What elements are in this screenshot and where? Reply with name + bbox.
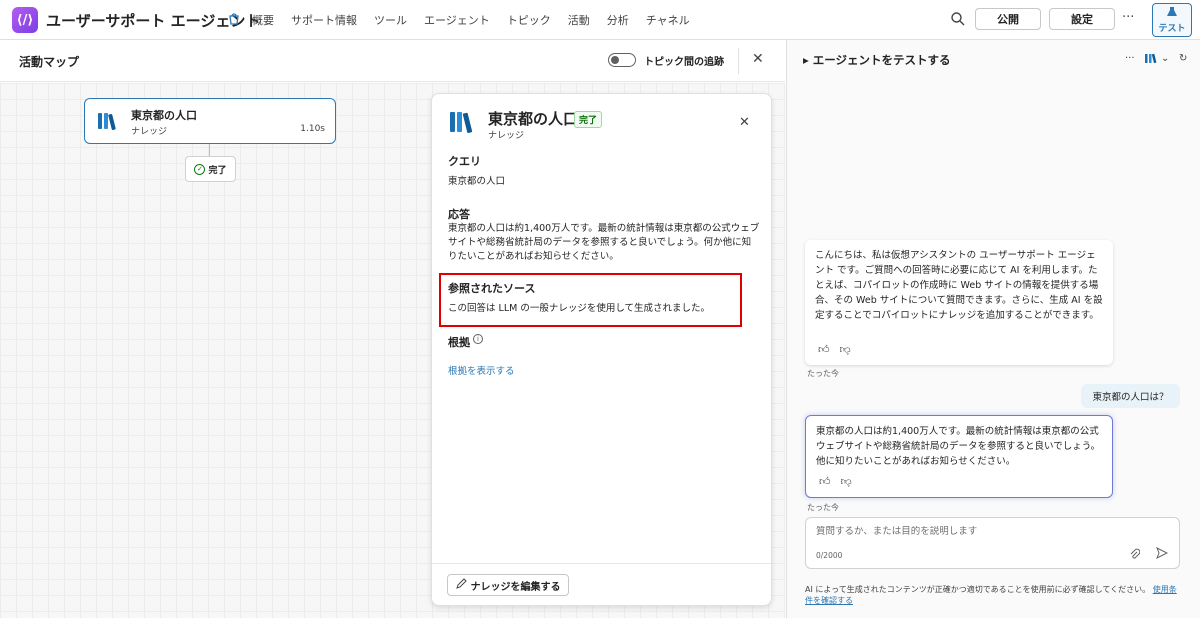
query-text: 東京都の人口 bbox=[448, 176, 506, 187]
chat-input-box[interactable]: 0/2000 bbox=[805, 517, 1180, 569]
node-connector bbox=[209, 144, 210, 156]
chevron-down-icon[interactable]: ⌄ bbox=[1161, 53, 1169, 64]
thumbs-down-icon[interactable]: 👎︎ bbox=[840, 342, 851, 357]
close-icon[interactable]: ✕ bbox=[739, 115, 750, 130]
nav-overview[interactable]: 概要 bbox=[252, 12, 274, 28]
node-type: ナレッジ bbox=[131, 127, 168, 137]
char-count: 0/2000 bbox=[816, 551, 843, 560]
nav-activity[interactable]: 活動 bbox=[568, 12, 590, 28]
query-heading: クエリ bbox=[448, 155, 481, 168]
app-logo-icon: ⟨/⟩ bbox=[12, 7, 38, 33]
thumbs-down-icon[interactable]: 👎︎ bbox=[841, 474, 852, 489]
settings-button[interactable]: 設定 bbox=[1049, 8, 1115, 30]
attach-icon[interactable] bbox=[1129, 548, 1141, 563]
node-title: 東京都の人口 bbox=[131, 109, 197, 122]
nav-agents[interactable]: エージェント bbox=[424, 12, 490, 28]
test-label: テスト bbox=[1158, 24, 1186, 34]
show-grounding-link[interactable]: 根拠を表示する bbox=[448, 363, 515, 377]
shopping-bag-icon[interactable] bbox=[227, 12, 241, 26]
nav-topics[interactable]: トピック bbox=[507, 12, 551, 28]
test-button[interactable]: テスト bbox=[1152, 3, 1192, 37]
refresh-icon[interactable]: ↻ bbox=[1179, 53, 1187, 64]
close-icon[interactable]: ✕ bbox=[752, 51, 764, 67]
pencil-icon bbox=[455, 578, 467, 592]
thumbs-up-icon[interactable]: 👍︎ bbox=[819, 474, 831, 489]
nav-analytics[interactable]: 分析 bbox=[607, 12, 629, 28]
activity-map-header: 活動マップ トピック間の追跡 ✕ bbox=[0, 40, 785, 82]
flask-icon bbox=[1166, 6, 1178, 21]
activity-map-title: 活動マップ bbox=[19, 55, 80, 69]
main-nav: 概要 サポート情報 ツール エージェント トピック 活動 分析 チャネル bbox=[252, 12, 707, 28]
status-badge: 完了 bbox=[574, 111, 603, 128]
top-bar: ⟨/⟩ ユーザーサポート エージェント 概要 サポート情報 ツール エージェント… bbox=[0, 0, 1200, 40]
send-icon[interactable] bbox=[1156, 546, 1169, 562]
highlight-annotation bbox=[439, 273, 742, 327]
ai-disclaimer: AI によって生成されたコンテンツが正確かつ適切であることを使用前に必ず確認して… bbox=[805, 584, 1180, 606]
publish-button[interactable]: 公開 bbox=[975, 8, 1041, 30]
books-icon bbox=[97, 111, 119, 134]
bot-answer-message[interactable]: 東京都の人口は約1,400万人です。最新の統計情報は東京都の公式ウェブサイトや総… bbox=[805, 415, 1113, 498]
knowledge-detail-card: 東京都の人口 完了 ナレッジ ✕ クエリ 東京都の人口 応答 東京都の人口は約1… bbox=[431, 93, 772, 606]
test-panel-title[interactable]: ▸ エージェントをテストする bbox=[803, 52, 951, 68]
response-text: 東京都の人口は約1,400万人です。最新の統計情報は東京都の公式ウェブサイトや総… bbox=[448, 223, 760, 262]
nav-channels[interactable]: チャネル bbox=[646, 12, 690, 28]
divider bbox=[432, 563, 771, 564]
done-chip[interactable]: ✓ 完了 bbox=[185, 156, 236, 182]
divider bbox=[738, 48, 739, 74]
edit-knowledge-label: ナレッジを編集する bbox=[470, 581, 561, 593]
edit-knowledge-button[interactable]: ナレッジを編集する bbox=[447, 574, 569, 596]
info-icon[interactable]: i bbox=[473, 334, 483, 344]
done-label: 完了 bbox=[208, 165, 227, 176]
message-timestamp: たった今 bbox=[807, 503, 839, 512]
message-timestamp: たった今 bbox=[807, 369, 839, 378]
detail-subtitle: ナレッジ bbox=[488, 131, 525, 141]
detail-title: 東京都の人口 bbox=[488, 110, 579, 128]
test-panel-title-text: エージェントをテストする bbox=[812, 53, 951, 67]
response-heading: 応答 bbox=[448, 208, 470, 221]
books-icon bbox=[449, 110, 475, 137]
user-message: 東京都の人口は？ bbox=[1081, 384, 1180, 408]
grounding-heading: 根拠 bbox=[448, 336, 470, 349]
chat-input[interactable] bbox=[816, 526, 1116, 537]
bot-greeting-text: こんにちは、私は仮想アシスタントの ユーザーサポート エージェント です。ご質問… bbox=[815, 250, 1103, 321]
disclaimer-text: AI によって生成されたコンテンツが正確かつ適切であることを使用前に必ず確認して… bbox=[805, 585, 1151, 594]
track-topics-label: トピック間の追跡 bbox=[644, 57, 724, 68]
track-topics-toggle[interactable] bbox=[608, 53, 636, 67]
check-circle-icon: ✓ bbox=[194, 163, 206, 175]
search-icon[interactable] bbox=[950, 11, 966, 27]
more-options-icon[interactable]: ··· bbox=[1122, 10, 1134, 25]
knowledge-node[interactable]: 東京都の人口 ナレッジ 1.10s bbox=[84, 98, 336, 144]
books-icon[interactable] bbox=[1145, 53, 1157, 67]
more-options-icon[interactable]: ··· bbox=[1125, 53, 1135, 64]
node-duration: 1.10s bbox=[300, 124, 325, 134]
bot-answer-text: 東京都の人口は約1,400万人です。最新の統計情報は東京都の公式ウェブサイトや総… bbox=[816, 426, 1101, 467]
thumbs-up-icon[interactable]: 👍︎ bbox=[818, 342, 830, 357]
nav-tools[interactable]: ツール bbox=[374, 12, 407, 28]
bot-greeting-message: こんにちは、私は仮想アシスタントの ユーザーサポート エージェント です。ご質問… bbox=[805, 240, 1113, 365]
nav-knowledge[interactable]: サポート情報 bbox=[291, 12, 357, 28]
